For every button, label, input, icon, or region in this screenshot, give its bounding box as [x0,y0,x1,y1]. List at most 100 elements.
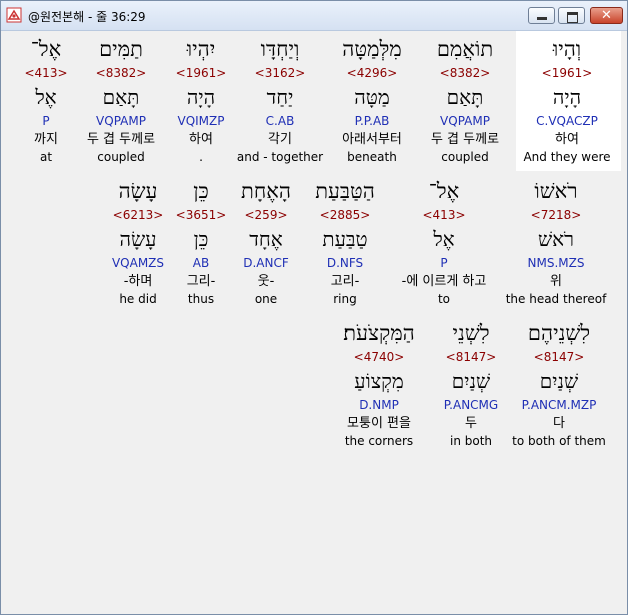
strong-number[interactable]: <8382> [96,66,147,80]
lemma-word: תָּאַם [102,85,140,109]
morph-code: VQPAMP [440,114,490,128]
korean-gloss: 두 겹 두께로 [86,132,156,147]
app-window: @원전본해 - 줄 36:29 ✕ וְהָיוּ <1961> הָיָה C… [0,0,628,615]
maximize-button[interactable] [558,7,585,24]
strong-number[interactable]: <413> [24,66,67,80]
hebrew-word: מִלְּמַטָּה [342,37,402,61]
strong-number[interactable]: <4740> [354,350,405,364]
morph-code: D.NFS [326,256,364,270]
hebrew-word: לִשְׁנֵיהֶם [527,321,591,345]
korean-gloss: 하여 [555,132,579,147]
app-icon [6,7,22,23]
strong-number[interactable]: <3651> [176,208,227,222]
english-gloss: coupled [97,150,145,164]
korean-gloss: 까지 [34,132,58,147]
english-gloss: the corners [344,434,414,448]
hebrew-word: עָשָׂה [118,179,158,203]
english-gloss: the head thereof [505,292,607,306]
morph-code: P [440,256,448,270]
hebrew-word: לִשְׁנֵי [452,321,490,345]
strong-number[interactable]: <1961> [176,66,227,80]
korean-gloss: 하여 [189,132,213,147]
close-icon: ✕ [601,8,612,23]
korean-gloss: 고리- [330,274,360,289]
morph-code: NMS.MZS [527,256,585,270]
window-title: @원전본해 - 줄 36:29 [28,10,146,24]
english-gloss: And they were [523,150,611,164]
strong-number[interactable]: <7218> [531,208,582,222]
english-gloss: . [199,150,203,164]
english-gloss: thus [187,292,215,306]
close-button[interactable]: ✕ [590,7,623,24]
lemma-word: אֶל [35,85,57,109]
lemma-word: הָיָה [186,85,216,109]
morph-code: AB [192,256,210,270]
minimize-button[interactable] [528,7,555,24]
hebrew-word: וְיַחְדָּו [260,37,300,61]
korean-gloss: 모퉁이 편을 [347,416,411,431]
lemma-word: טַבַּעַת [322,227,368,251]
strong-number[interactable]: <2885> [320,208,371,222]
morph-code: VQPAMP [96,114,146,128]
hebrew-word: אֶל־ [428,179,460,203]
morph-code: VQAMZS [111,256,165,270]
strong-number[interactable]: <8147> [446,350,497,364]
maximize-icon [567,12,578,23]
hebrew-word: רֹאשׁוֹ [534,179,578,203]
lemma-word: רֹאשׁ [538,227,574,251]
lemma-word: שְׁנַיִם [539,369,579,393]
hebrew-word: הַטַּבַּעַת [315,179,375,203]
strong-number[interactable]: <413> [422,208,465,222]
english-gloss: to both of them [512,434,606,448]
strong-number[interactable]: <3162> [255,66,306,80]
strong-number[interactable]: <4296> [347,66,398,80]
minimize-icon [537,17,547,20]
morph-code: D.NMP [359,398,399,412]
english-gloss: beneath [347,150,397,164]
hebrew-word: הַמִּקְצֹעֹת׃ [343,321,415,345]
korean-gloss: 각기 [268,132,292,147]
hebrew-word: יִהְיוּ [186,37,216,61]
korean-gloss: 다 [553,416,565,431]
english-gloss: he did [119,292,157,306]
english-gloss: ring [333,292,357,306]
lemma-word: הָיָה [552,85,582,109]
morph-code: P [42,114,50,128]
lemma-word: שְׁנַיִם [451,369,491,393]
english-gloss: in both [449,434,493,448]
lemma-word: עָשָׂה [119,227,157,251]
morph-code: VQIMZP [177,114,225,128]
morph-code: P.P.AB [354,114,390,128]
lemma-word: אֶחָד [249,227,283,251]
korean-gloss: -에 이르게 하고 [401,274,487,289]
title-bar[interactable]: @원전본해 - 줄 36:29 ✕ [1,1,627,31]
hebrew-word: כֵּן [193,179,209,203]
strong-number[interactable]: <1961> [542,66,593,80]
korean-gloss: 두 [465,416,477,431]
korean-gloss: 웃- [257,274,275,289]
lemma-word: כֵּן [193,227,209,251]
lemma-word: אֶל [433,227,455,251]
morph-code: P.ANCMG [443,398,499,412]
hebrew-word: הָאֶחָת [241,179,291,203]
strong-number[interactable]: <8382> [440,66,491,80]
strong-number[interactable]: <6213> [113,208,164,222]
english-gloss: and - together [236,150,324,164]
strong-number[interactable]: <8147> [534,350,585,364]
english-gloss: one [254,292,278,306]
hebrew-word: תוֹאֲמִם [436,37,494,61]
lemma-word: מַטָּה [354,85,390,109]
korean-gloss: 그리- [186,274,216,289]
korean-gloss: 위 [550,274,562,289]
morph-code: C.VQACZP [536,114,598,128]
hebrew-word: תַמִּים [99,37,143,61]
morph-code: C.AB [265,114,295,128]
korean-gloss: -하며 [123,274,153,289]
english-gloss: coupled [441,150,489,164]
morph-code: P.ANCM.MZP [521,398,597,412]
strong-number[interactable]: <259> [244,208,287,222]
lemma-word: מִקְצוֹעַ [354,369,404,393]
lemma-word: יַחַד [266,85,294,109]
korean-gloss: 아래서부터 [342,132,402,147]
hebrew-word: אֶל־ [30,37,62,61]
